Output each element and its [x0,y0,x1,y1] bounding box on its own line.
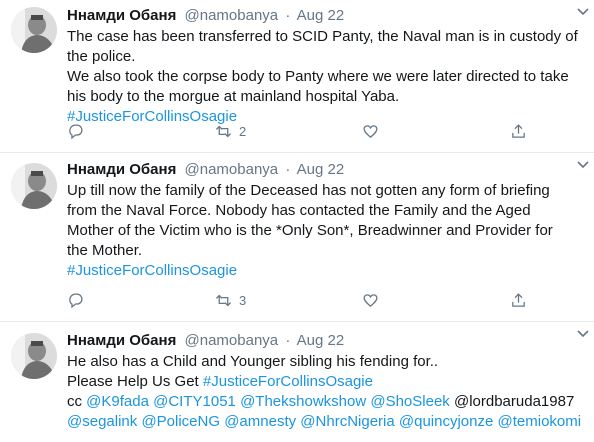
retweet-button[interactable]: 3 [214,292,246,309]
mention-link[interactable]: @PoliceNG [141,413,220,430]
mention-link[interactable]: @Thekshowkshow [240,393,366,410]
tweet[interactable]: Ннамди Обаня @namobanya · Aug 22 Up till… [0,153,594,322]
reply-icon [69,293,83,309]
tweet-line: the police. [67,48,136,65]
chevron-down-icon[interactable] [576,326,590,340]
tweet-date[interactable]: Aug 22 [297,7,345,24]
tweet-text: Up till now the family of the Deceased h… [67,181,586,281]
tweet-date[interactable]: Aug 22 [297,161,345,178]
retweet-button[interactable]: 2 [214,123,246,140]
reply-button[interactable] [67,123,84,140]
share-icon [512,124,525,138]
tweet-line: He also has a Child and Younger sibling … [67,353,439,370]
tweet-line: Please Help Us Get [67,373,199,390]
tweet-line: his body to the morgue at mainland hospi… [67,88,400,105]
tweet-line: Up till now the family of the Deceased h… [67,182,550,199]
chevron-down-icon[interactable] [576,4,590,18]
share-button[interactable] [510,123,527,140]
user-handle[interactable]: @namobanya [185,7,279,24]
tweet-text: The case has been transferred to SCID Pa… [67,27,586,127]
mention-link[interactable]: @NhrcNigeria [300,413,394,430]
reply-icon [69,124,83,140]
mention-text: @lordbaruda1987 [453,393,575,410]
display-name[interactable]: Ннамди Обаня [67,332,176,349]
tweet-line: The case has been transferred to SCID Pa… [67,28,578,45]
like-button[interactable] [362,292,379,309]
hashtag-link[interactable]: #JusticeForCollinsOsagie [203,373,373,390]
chevron-down-icon[interactable] [576,157,590,171]
display-name[interactable]: Ннамди Обаня [67,161,176,178]
heart-icon [363,294,378,307]
tweet-line: the Mother. [67,242,143,259]
heart-icon [363,125,378,138]
separator-dot: · [285,332,291,349]
avatar[interactable] [11,7,57,53]
tweet-line: We also took the corpse body to Panty wh… [67,68,569,85]
tweet-date[interactable]: Aug 22 [297,332,345,349]
tweet-line: Mother of the Victim who is the *Only So… [67,222,553,239]
retweet-count: 3 [239,293,247,308]
tweet[interactable]: Ннамди Обаня @namobanya · Aug 22 He also… [0,322,594,442]
mention-link[interactable]: @amnesty [224,413,296,430]
user-handle[interactable]: @namobanya [185,161,279,178]
tweet-text: He also has a Child and Younger sibling … [67,352,586,432]
separator-dot: · [285,161,291,178]
mention-link[interactable]: @K9fada [86,393,149,410]
avatar[interactable] [11,163,57,209]
user-handle[interactable]: @namobanya [185,332,279,349]
mention-link[interactable]: @ShoSleek [370,393,449,410]
mention-link[interactable]: @quincyjonze [399,413,493,430]
cc-label: cc [67,393,82,410]
share-button[interactable] [510,292,527,309]
separator-dot: · [285,7,291,24]
tweet-header: Ннамди Обаня @namobanya · Aug 22 [67,331,586,351]
hashtag-link[interactable]: #JusticeForCollinsOsagie [67,262,237,279]
tweet[interactable]: Ннамди Обаня @namobanya · Aug 22 The cas… [0,0,594,153]
avatar[interactable] [11,333,57,379]
display-name[interactable]: Ннамди Обаня [67,7,176,24]
tweet-header: Ннамди Обаня @namobanya · Aug 22 [67,6,586,26]
mention-link[interactable]: @CITY1051 [153,393,236,410]
tweet-line: from the Naval Force. Nobody has contact… [67,202,531,219]
retweet-count: 2 [239,124,247,139]
tweet-header: Ннамди Обаня @namobanya · Aug 22 [67,160,586,180]
retweet-icon [215,125,232,138]
retweet-icon [215,294,232,307]
mention-link[interactable]: @segalink [67,413,137,430]
like-button[interactable] [362,123,379,140]
mention-link[interactable]: @temiokomi [498,413,582,430]
reply-button[interactable] [67,292,84,309]
share-icon [512,293,525,307]
